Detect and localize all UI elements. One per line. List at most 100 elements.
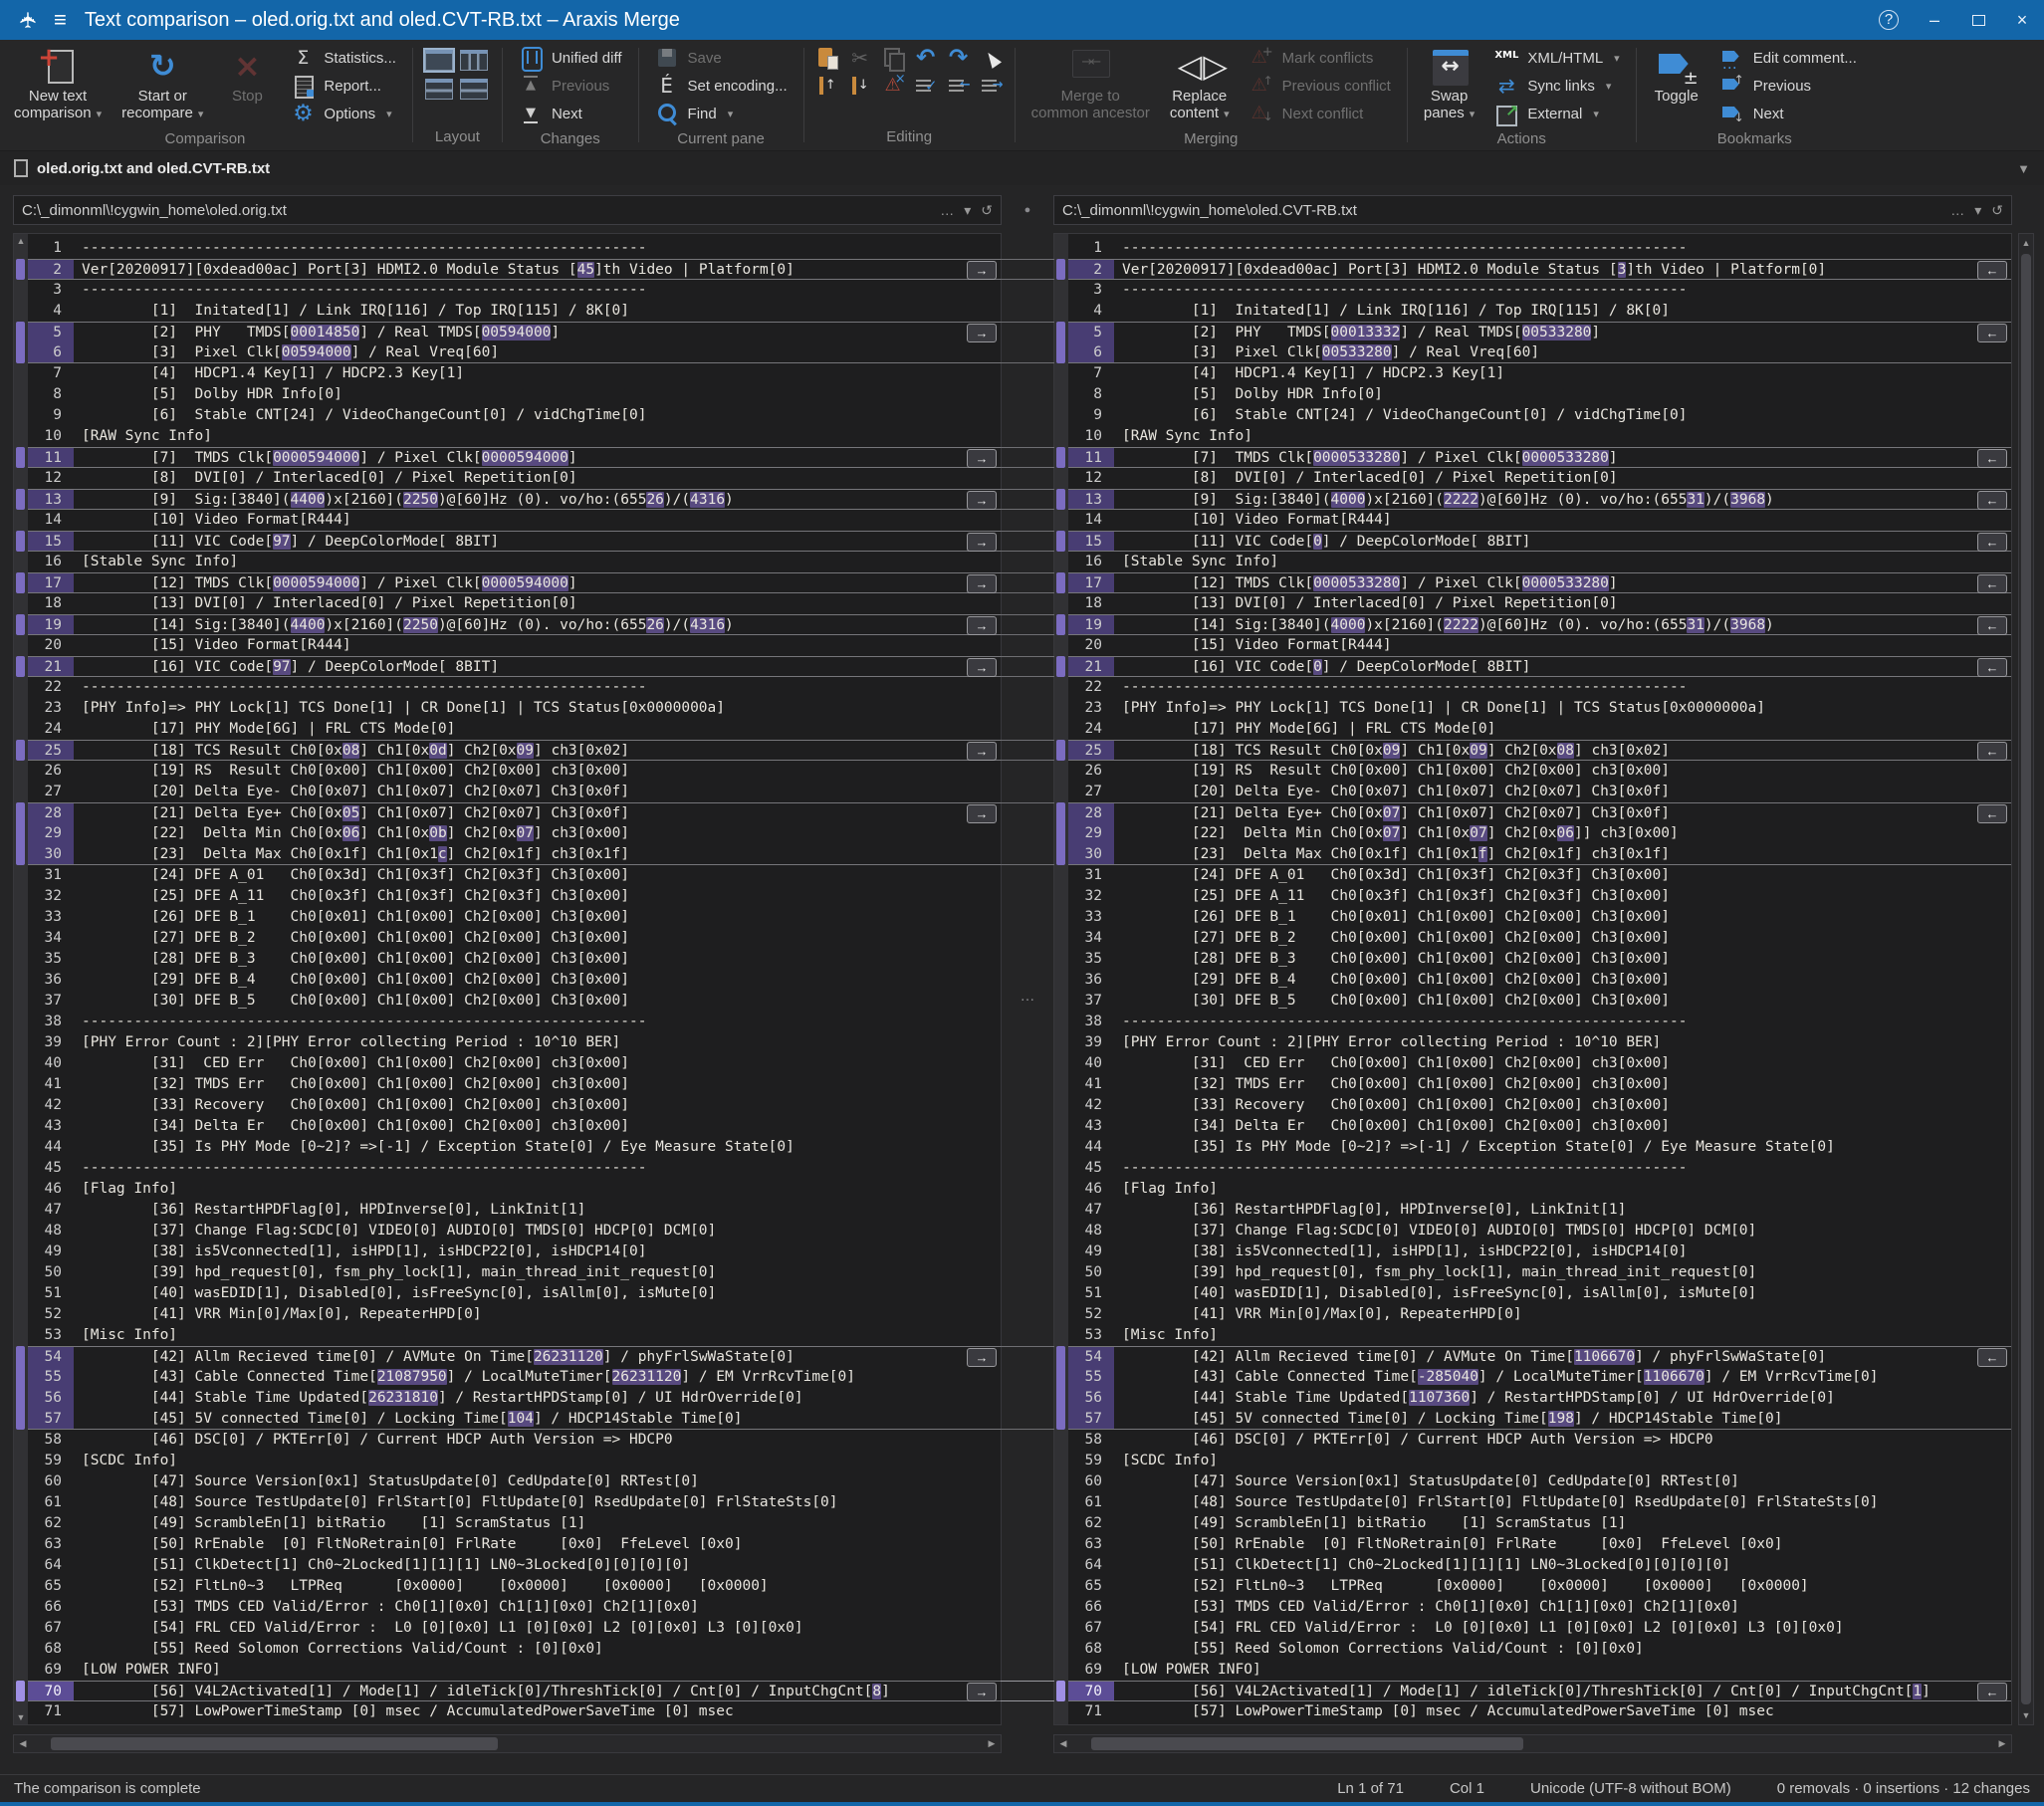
code-text[interactable]: [49] ScrambleEn[1] bitRatio [1] ScramSta… (1114, 1513, 2011, 1534)
code-text[interactable]: [7] TMDS Clk[0000594000] / Pixel Clk[000… (74, 448, 1001, 467)
code-text[interactable]: [PHY Info]=> PHY Lock[1] TCS Done[1] | C… (74, 698, 1001, 719)
code-text[interactable]: [15] Video Format[R444] (1114, 635, 2011, 656)
code-text[interactable]: [23] Delta Max Ch0[0x1f] Ch1[0x1f] Ch2[0… (1114, 844, 2011, 864)
code-text[interactable]: [46] DSC[0] / PKTErr[0] / Current HDCP A… (1114, 1430, 2011, 1451)
left-horizontal-scrollbar[interactable]: ◀ ▶ (13, 1734, 1002, 1753)
code-text[interactable]: [3] Pixel Clk[00533280] / Real Vreq[60] (1114, 342, 2011, 362)
code-text[interactable]: ----------------------------------------… (74, 238, 1001, 259)
merge-right-button[interactable]: → (967, 1348, 997, 1367)
undo[interactable]: ↶ (911, 44, 941, 72)
code-text[interactable]: [33] Recovery Ch0[0x00] Ch1[0x00] Ch2[0x… (1114, 1095, 2011, 1116)
right-file-path-bar[interactable]: C:\_dimonml\!cygwin_home\oled.CVT-RB.txt… (1053, 195, 2012, 225)
code-text[interactable]: [7] TMDS Clk[0000533280] / Pixel Clk[000… (1114, 448, 2011, 467)
code-text[interactable]: [21] Delta Eye+ Ch0[0x07] Ch1[0x07] Ch2[… (1114, 803, 2011, 823)
code-text[interactable]: ----------------------------------------… (1114, 1012, 2011, 1032)
code-text[interactable]: ----------------------------------------… (1114, 1158, 2011, 1179)
code-text[interactable]: [46] DSC[0] / PKTErr[0] / Current HDCP A… (74, 1430, 1001, 1451)
code-text[interactable]: [36] RestartHPDFlag[0], HPDInverse[0], L… (1114, 1200, 2011, 1221)
change-marker[interactable] (16, 1346, 25, 1430)
change-marker[interactable] (1056, 802, 1065, 865)
set-encoding[interactable]: ÉSet encoding... (647, 72, 795, 100)
code-text[interactable]: [25] DFE A_11 Ch0[0x3f] Ch1[0x3f] Ch2[0x… (74, 886, 1001, 907)
code-text[interactable]: [23] Delta Max Ch0[0x1f] Ch1[0x1c] Ch2[0… (74, 844, 1001, 864)
code-text[interactable]: [18] TCS Result Ch0[0x08] Ch1[0x0d] Ch2[… (74, 741, 1001, 760)
code-text[interactable]: [36] RestartHPDFlag[0], HPDInverse[0], L… (74, 1200, 1001, 1221)
code-text[interactable]: [54] FRL CED Valid/Error : L0 [0][0x0] L… (74, 1618, 1001, 1639)
code-text[interactable]: [19] RS Result Ch0[0x00] Ch1[0x00] Ch2[0… (74, 761, 1001, 782)
code-text[interactable]: [41] VRR Min[0]/Max[0], RepeaterHPD[0] (74, 1304, 1001, 1325)
code-text[interactable]: [24] DFE A_01 Ch0[0x3d] Ch1[0x3f] Ch2[0x… (74, 865, 1001, 886)
code-text[interactable]: [4] HDCP1.4 Key[1] / HDCP2.3 Key[1] (1114, 363, 2011, 384)
code-text[interactable]: [54] FRL CED Valid/Error : L0 [0][0x0] L… (1114, 1618, 2011, 1639)
code-text[interactable]: Ver[20200917][0xdead00ac] Port[3] HDMI2.… (74, 260, 1001, 279)
code-text[interactable]: [44] Stable Time Updated[1107360] / Rest… (1114, 1388, 2011, 1409)
code-text[interactable]: [43] Cable Connected Time[21087950] / Lo… (74, 1367, 1001, 1388)
code-text[interactable]: [37] Change Flag:SCDC[0] VIDEO[0] AUDIO[… (1114, 1221, 2011, 1242)
code-text[interactable]: [52] FltLn0~3 LTPReq [0x0000] [0x0000] [… (74, 1576, 1001, 1597)
code-text[interactable]: [LOW POWER INFO] (74, 1660, 1001, 1681)
code-text[interactable]: [Stable Sync Info] (74, 552, 1001, 572)
remove-change[interactable]: ⚠ (878, 72, 908, 100)
code-text[interactable]: [32] TMDS Err Ch0[0x00] Ch1[0x00] Ch2[0x… (1114, 1074, 2011, 1095)
layout-option-1-icon[interactable] (425, 50, 453, 71)
code-text[interactable]: [30] DFE B_5 Ch0[0x00] Ch1[0x00] Ch2[0x0… (74, 991, 1001, 1012)
code-text[interactable]: [49] ScrambleEn[1] bitRatio [1] ScramSta… (74, 1513, 1001, 1534)
select-pointer[interactable]: ▲ (977, 44, 1007, 72)
code-text[interactable]: [26] DFE B_1 Ch0[0x01] Ch1[0x00] Ch2[0x0… (1114, 907, 2011, 928)
report[interactable]: Report... (283, 72, 404, 100)
layout-option-3-icon[interactable] (425, 79, 453, 100)
right-path-history-icon[interactable]: ↺ (1991, 202, 2003, 219)
next-conflict[interactable]: ⚠Next conflict (1242, 100, 1399, 127)
accept-change[interactable]: ✓ (911, 72, 941, 100)
code-text[interactable]: [45] 5V connected Time[0] / Locking Time… (74, 1409, 1001, 1429)
code-text[interactable]: [PHY Error Count : 2][PHY Error collecti… (1114, 1032, 2011, 1053)
comparison-tab[interactable]: oled.orig.txt and oled.CVT-RB.txt (37, 160, 270, 177)
swap-panes[interactable]: Swappanes ▾ (1416, 44, 1482, 122)
code-text[interactable]: [22] Delta Min Ch0[0x06] Ch1[0x0b] Ch2[0… (74, 823, 1001, 844)
code-text[interactable]: [4] HDCP1.4 Key[1] / HDCP2.3 Key[1] (74, 363, 1001, 384)
code-text[interactable]: [3] Pixel Clk[00594000] / Real Vreq[60] (74, 342, 1001, 362)
change-marker[interactable] (1056, 740, 1065, 761)
code-text[interactable]: [22] Delta Min Ch0[0x07] Ch1[0x07] Ch2[0… (1114, 823, 2011, 844)
maximize-button[interactable] (1956, 0, 2000, 40)
code-text[interactable]: [14] Sig:[3840](4000)x[2160](2222)@[60]H… (1114, 615, 2011, 634)
code-text[interactable]: [42] Allm Recieved time[0] / AVMute On T… (1114, 1347, 2011, 1367)
code-text[interactable]: [56] V4L2Activated[1] / Mode[1] / idleTi… (1114, 1682, 2011, 1700)
code-text[interactable]: [50] RrEnable [0] FltNoRetrain[0] FrlRat… (74, 1534, 1001, 1555)
change-marker[interactable] (16, 531, 25, 552)
merge-left-button[interactable]: ← (1977, 1683, 2007, 1701)
code-text[interactable]: [37] Change Flag:SCDC[0] VIDEO[0] AUDIO[… (74, 1221, 1001, 1242)
right-path-dropdown-icon[interactable]: ▾ (1974, 202, 1981, 219)
cut[interactable]: ✂ (845, 44, 875, 72)
code-text[interactable]: [32] TMDS Err Ch0[0x00] Ch1[0x00] Ch2[0x… (74, 1074, 1001, 1095)
code-text[interactable]: [40] wasEDID[1], Disabled[0], isFreeSync… (74, 1283, 1001, 1304)
right-hscroll-left-icon[interactable]: ◀ (1054, 1738, 1072, 1749)
merge-left-button[interactable]: ← (1977, 742, 2007, 761)
code-text[interactable]: [57] LowPowerTimeStamp [0] msec / Accumu… (1114, 1701, 2011, 1722)
options[interactable]: ⚙Options▾ (283, 100, 404, 127)
merge-left-button[interactable]: ← (1977, 804, 2007, 823)
code-text[interactable]: [SCDC Info] (1114, 1451, 2011, 1471)
merge-right-button[interactable]: → (967, 261, 997, 280)
change-marker[interactable] (1056, 489, 1065, 510)
merge-right-button[interactable]: → (967, 533, 997, 552)
code-text[interactable]: [16] VIC Code[97] / DeepColorMode[ 8BIT] (74, 657, 1001, 676)
merge-right-button[interactable]: → (967, 658, 997, 677)
xml-html[interactable]: XMLXML/HTML▾ (1486, 44, 1627, 72)
save[interactable]: Save (647, 44, 795, 72)
change-marker[interactable] (1056, 531, 1065, 552)
merge-right-button[interactable]: → (967, 574, 997, 593)
replace-content[interactable]: ◁▷Replacecontent ▾ (1162, 44, 1238, 122)
code-text[interactable]: [51] ClkDetect[1] Ch0~2Locked[1][1][1] L… (1114, 1555, 2011, 1576)
code-text[interactable]: [17] PHY Mode[6G] | FRL CTS Mode[0] (74, 719, 1001, 740)
merge-right-button[interactable]: → (967, 491, 997, 510)
vertical-scrollbar-thumb[interactable] (2021, 254, 2031, 1704)
change-marker[interactable] (1056, 322, 1065, 363)
code-text[interactable]: [LOW POWER INFO] (1114, 1660, 2011, 1681)
code-text[interactable]: [29] DFE B_4 Ch0[0x00] Ch1[0x00] Ch2[0x0… (1114, 970, 2011, 991)
code-text[interactable]: ----------------------------------------… (74, 280, 1001, 301)
code-text[interactable]: [10] Video Format[R444] (1114, 510, 2011, 531)
code-text[interactable]: [PHY Error Count : 2][PHY Error collecti… (74, 1032, 1001, 1053)
code-text[interactable]: [9] Sig:[3840](4400)x[2160](2250)@[60]Hz… (74, 490, 1001, 509)
code-text[interactable]: [31] CED Err Ch0[0x00] Ch1[0x00] Ch2[0x0… (74, 1053, 1001, 1074)
